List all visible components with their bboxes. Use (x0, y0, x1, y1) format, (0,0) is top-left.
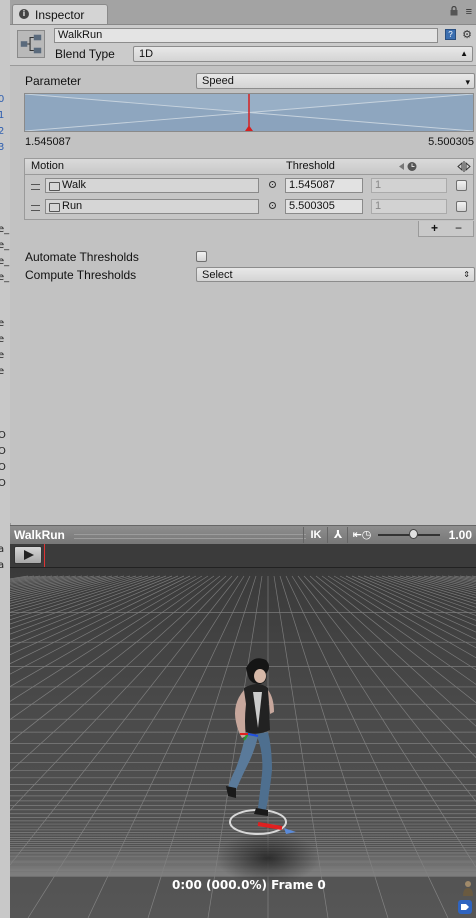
left-panel-fragment: 0 (0, 94, 4, 105)
motion-field[interactable]: Run (45, 199, 259, 214)
motion-list-header: Motion Threshold (25, 159, 473, 175)
left-panel-fragment: e_ (0, 256, 10, 267)
preview-timeline[interactable] (10, 544, 476, 568)
compute-thresholds-dropdown[interactable]: Select ⇕ (196, 267, 475, 282)
left-panel-fragment: e_ (0, 224, 10, 235)
blend-graph[interactable] (24, 93, 474, 132)
motion-name: Run (62, 200, 83, 212)
drag-handle-icon[interactable] (31, 205, 40, 211)
speed-field[interactable]: 1 (371, 178, 447, 193)
motion-row[interactable]: Walk 1.545087 1 (25, 176, 473, 197)
motion-list: Motion Threshold Walk 1.545087 1 Run 5.5… (24, 158, 474, 220)
motion-column-header: Motion (31, 160, 65, 172)
avatar-icon[interactable] (462, 880, 474, 896)
tab-inspector[interactable]: i Inspector (12, 4, 108, 24)
info-icon: i (19, 9, 29, 19)
automate-thresholds-label: Automate Thresholds (25, 250, 139, 264)
mirror-checkbox[interactable] (456, 180, 467, 191)
speed-field[interactable]: 1 (371, 199, 447, 214)
speed-clock-icon (399, 162, 417, 171)
chevron-down-icon: ▾ (465, 77, 470, 87)
left-panel-fragment: O (0, 446, 6, 457)
lock-icon[interactable] (450, 6, 458, 16)
inspector-panel: WalkRun ? ⚙ Blend Type 1D ▲ Parameter Sp… (10, 25, 476, 523)
list-add-remove: + − (418, 221, 474, 237)
left-panel-fragment: O (0, 462, 6, 473)
preview-title: WalkRun (14, 528, 65, 542)
inspector-tab-bar: i Inspector ≡ (10, 0, 476, 25)
animation-clip-icon (49, 203, 60, 212)
motion-name: Walk (62, 179, 87, 191)
mirror-icon (457, 161, 471, 172)
compute-thresholds-label: Compute Thresholds (25, 268, 137, 282)
left-panel-fragment: O (0, 430, 6, 441)
left-panel-fragment: e (0, 334, 4, 345)
preview-viewport[interactable]: 0:00 (000.0%) Frame 0 (10, 568, 476, 918)
compute-thresholds-value: Select (202, 269, 233, 281)
drag-handle-icon[interactable] (31, 184, 40, 190)
threshold-column-header: Threshold (286, 160, 335, 172)
mirror-checkbox[interactable] (456, 201, 467, 212)
left-panel-fragment: e_ (0, 240, 10, 251)
blend-type-value: 1D (139, 48, 154, 60)
motion-field[interactable]: Walk (45, 178, 259, 193)
frame-readout: 0:00 (000.0%) Frame 0 (172, 878, 326, 892)
target-icon[interactable] (269, 202, 276, 209)
target-icon[interactable] (269, 181, 276, 188)
ik-toggle[interactable]: IK (303, 527, 328, 543)
parameter-value: Speed (202, 75, 234, 87)
character-model (226, 658, 296, 835)
playback-speed-icon: ⇤◷ (347, 527, 376, 543)
help-icon[interactable]: ? (445, 29, 456, 40)
resize-grip[interactable] (74, 534, 306, 539)
left-panel-fragment: a (0, 560, 4, 571)
left-panel-fragment: e (0, 366, 4, 377)
left-panel-fragment: 3 (0, 142, 4, 153)
panel-menu-icon[interactable]: ≡ (466, 6, 472, 18)
remove-motion-button[interactable]: − (455, 221, 462, 235)
add-motion-button[interactable]: + (431, 221, 438, 235)
asset-header: WalkRun ? ⚙ Blend Type 1D ▲ (10, 25, 476, 66)
animation-clip-icon (49, 182, 60, 191)
motion-row[interactable]: Run 5.500305 1 (25, 197, 473, 218)
pivot-icon[interactable]: ⅄ (327, 527, 348, 543)
chevron-down-icon: ▲ (460, 49, 468, 58)
threshold-field[interactable]: 1.545087 (285, 178, 363, 193)
automate-thresholds-checkbox[interactable] (196, 251, 207, 262)
parameter-label: Parameter (25, 74, 82, 88)
blend-type-label: Blend Type (55, 47, 115, 61)
timeline-playhead[interactable] (44, 544, 45, 567)
graph-max-value: 5.500305 (428, 136, 474, 148)
left-panel-fragment: a (0, 544, 4, 555)
blend-type-dropdown[interactable]: 1D ▲ (133, 46, 473, 62)
play-button[interactable] (14, 546, 42, 564)
blend-tree-icon (17, 30, 45, 58)
threshold-field[interactable]: 5.500305 (285, 199, 363, 214)
parameter-dropdown[interactable]: Speed ▾ (196, 73, 475, 89)
playback-speed-knob[interactable] (408, 529, 418, 539)
tab-label: Inspector (35, 8, 85, 22)
graph-min-value: 1.545087 (25, 136, 71, 148)
left-panel-fragment: e_ (0, 272, 10, 283)
tag-icon[interactable] (458, 900, 472, 914)
preview-toolbar: WalkRun IK ⅄ ⇤◷ 1.00 (10, 525, 476, 545)
left-panel-fragment: O (0, 478, 6, 489)
left-panel-fragment: 2 (0, 126, 4, 137)
playback-speed-value: 1.00 (448, 528, 472, 542)
asset-name-field[interactable]: WalkRun (54, 28, 438, 43)
left-panel-fragment: e (0, 350, 4, 361)
left-panel-fragment: e (0, 318, 4, 329)
left-panel-fragment: 1 (0, 110, 4, 121)
chevron-updown-icon: ⇕ (463, 270, 470, 279)
gear-icon[interactable]: ⚙ (462, 28, 472, 41)
